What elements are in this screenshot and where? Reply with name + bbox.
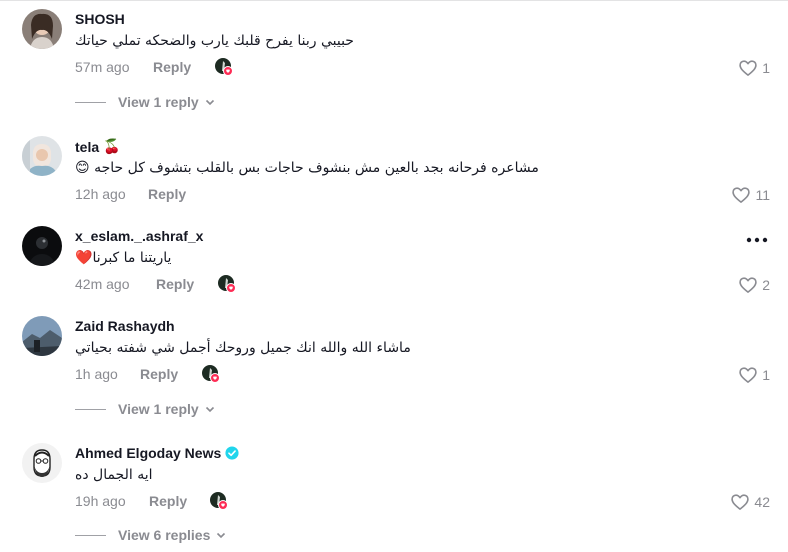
username[interactable]: tela 🍒 <box>75 138 121 155</box>
heart-outline-icon <box>739 277 757 293</box>
avatar[interactable] <box>22 136 62 176</box>
view-replies-label: View 1 reply <box>118 94 199 110</box>
like-count: 1 <box>762 367 770 383</box>
avatar[interactable] <box>22 226 62 266</box>
view-replies-button[interactable]: View 6 replies <box>75 527 227 543</box>
avatar-tela <box>22 136 62 176</box>
creator-liked-badge <box>209 491 229 511</box>
cherry-emoji: 🍒 <box>103 138 121 154</box>
view-replies-label: View 6 replies <box>118 527 211 543</box>
view-replies-button[interactable]: View 1 reply <box>75 401 216 417</box>
comment-time: 42m ago <box>75 276 130 292</box>
like-button[interactable]: 42 <box>730 492 770 512</box>
like-button[interactable]: 11 <box>731 185 770 205</box>
avatar[interactable] <box>22 443 62 483</box>
like-button[interactable]: 1 <box>738 58 770 78</box>
view-replies-button[interactable]: View 1 reply <box>75 94 216 110</box>
heart-outline-icon <box>731 494 750 510</box>
more-options-button[interactable] <box>746 232 768 243</box>
comment-text: مشاعره فرحانه بجد بالعين مش بنشوف حاجات … <box>75 160 539 176</box>
like-count: 2 <box>762 277 770 293</box>
avatar-ahmed <box>22 443 62 483</box>
replies-divider <box>75 408 106 410</box>
like-button[interactable]: 1 <box>738 365 770 385</box>
comment-text: ياريتنا ما كبرنا❤️ <box>75 250 172 266</box>
chevron-down-icon <box>217 532 226 539</box>
avatar[interactable] <box>22 9 62 49</box>
username[interactable]: x_eslam._.ashraf_x <box>75 228 203 244</box>
reply-button[interactable]: Reply <box>156 276 194 292</box>
smile-emoji: 😊 <box>75 160 90 176</box>
heart-outline-icon <box>739 60 757 76</box>
comment-time: 57m ago <box>75 59 130 75</box>
creator-liked-badge <box>214 57 234 77</box>
reply-button[interactable]: Reply <box>149 493 187 509</box>
username[interactable]: SHOSH <box>75 11 125 27</box>
replies-divider <box>75 101 106 103</box>
avatar-shosh <box>22 9 62 49</box>
heart-emoji: ❤️ <box>75 250 93 266</box>
like-count: 11 <box>755 187 770 203</box>
reply-button[interactable]: Reply <box>148 186 186 202</box>
avatar[interactable] <box>22 316 62 356</box>
avatar-zaid <box>22 316 62 356</box>
like-count: 42 <box>754 494 770 510</box>
reply-button[interactable]: Reply <box>153 59 191 75</box>
username[interactable]: Ahmed Elgoday News <box>75 445 239 461</box>
creator-liked-badge <box>201 364 221 384</box>
replies-divider <box>75 534 106 536</box>
creator-liked-badge <box>217 274 237 294</box>
comment-time: 19h ago <box>75 493 126 509</box>
like-count: 1 <box>762 60 770 76</box>
comment-time: 12h ago <box>75 186 126 202</box>
view-replies-label: View 1 reply <box>118 401 199 417</box>
comment-text: ماشاء الله والله انك جميل وروحك أجمل شي … <box>75 340 411 356</box>
verified-badge-icon <box>225 446 239 460</box>
username[interactable]: Zaid Rashaydh <box>75 318 175 334</box>
heart-outline-icon <box>739 367 757 383</box>
chevron-down-icon <box>205 99 214 106</box>
top-divider <box>0 0 788 1</box>
more-horizontal-icon <box>746 237 768 243</box>
chevron-down-icon <box>205 406 214 413</box>
comment-text: ايه الجمال ده <box>75 467 153 483</box>
like-button[interactable]: 2 <box>738 275 770 295</box>
heart-outline-icon <box>732 187 751 203</box>
avatar-eslam <box>22 226 62 266</box>
comment-text: حبيبي ربنا يفرح قلبك يارب والضحكه تملي ح… <box>75 33 354 49</box>
comment-time: 1h ago <box>75 366 118 382</box>
reply-button[interactable]: Reply <box>140 366 178 382</box>
